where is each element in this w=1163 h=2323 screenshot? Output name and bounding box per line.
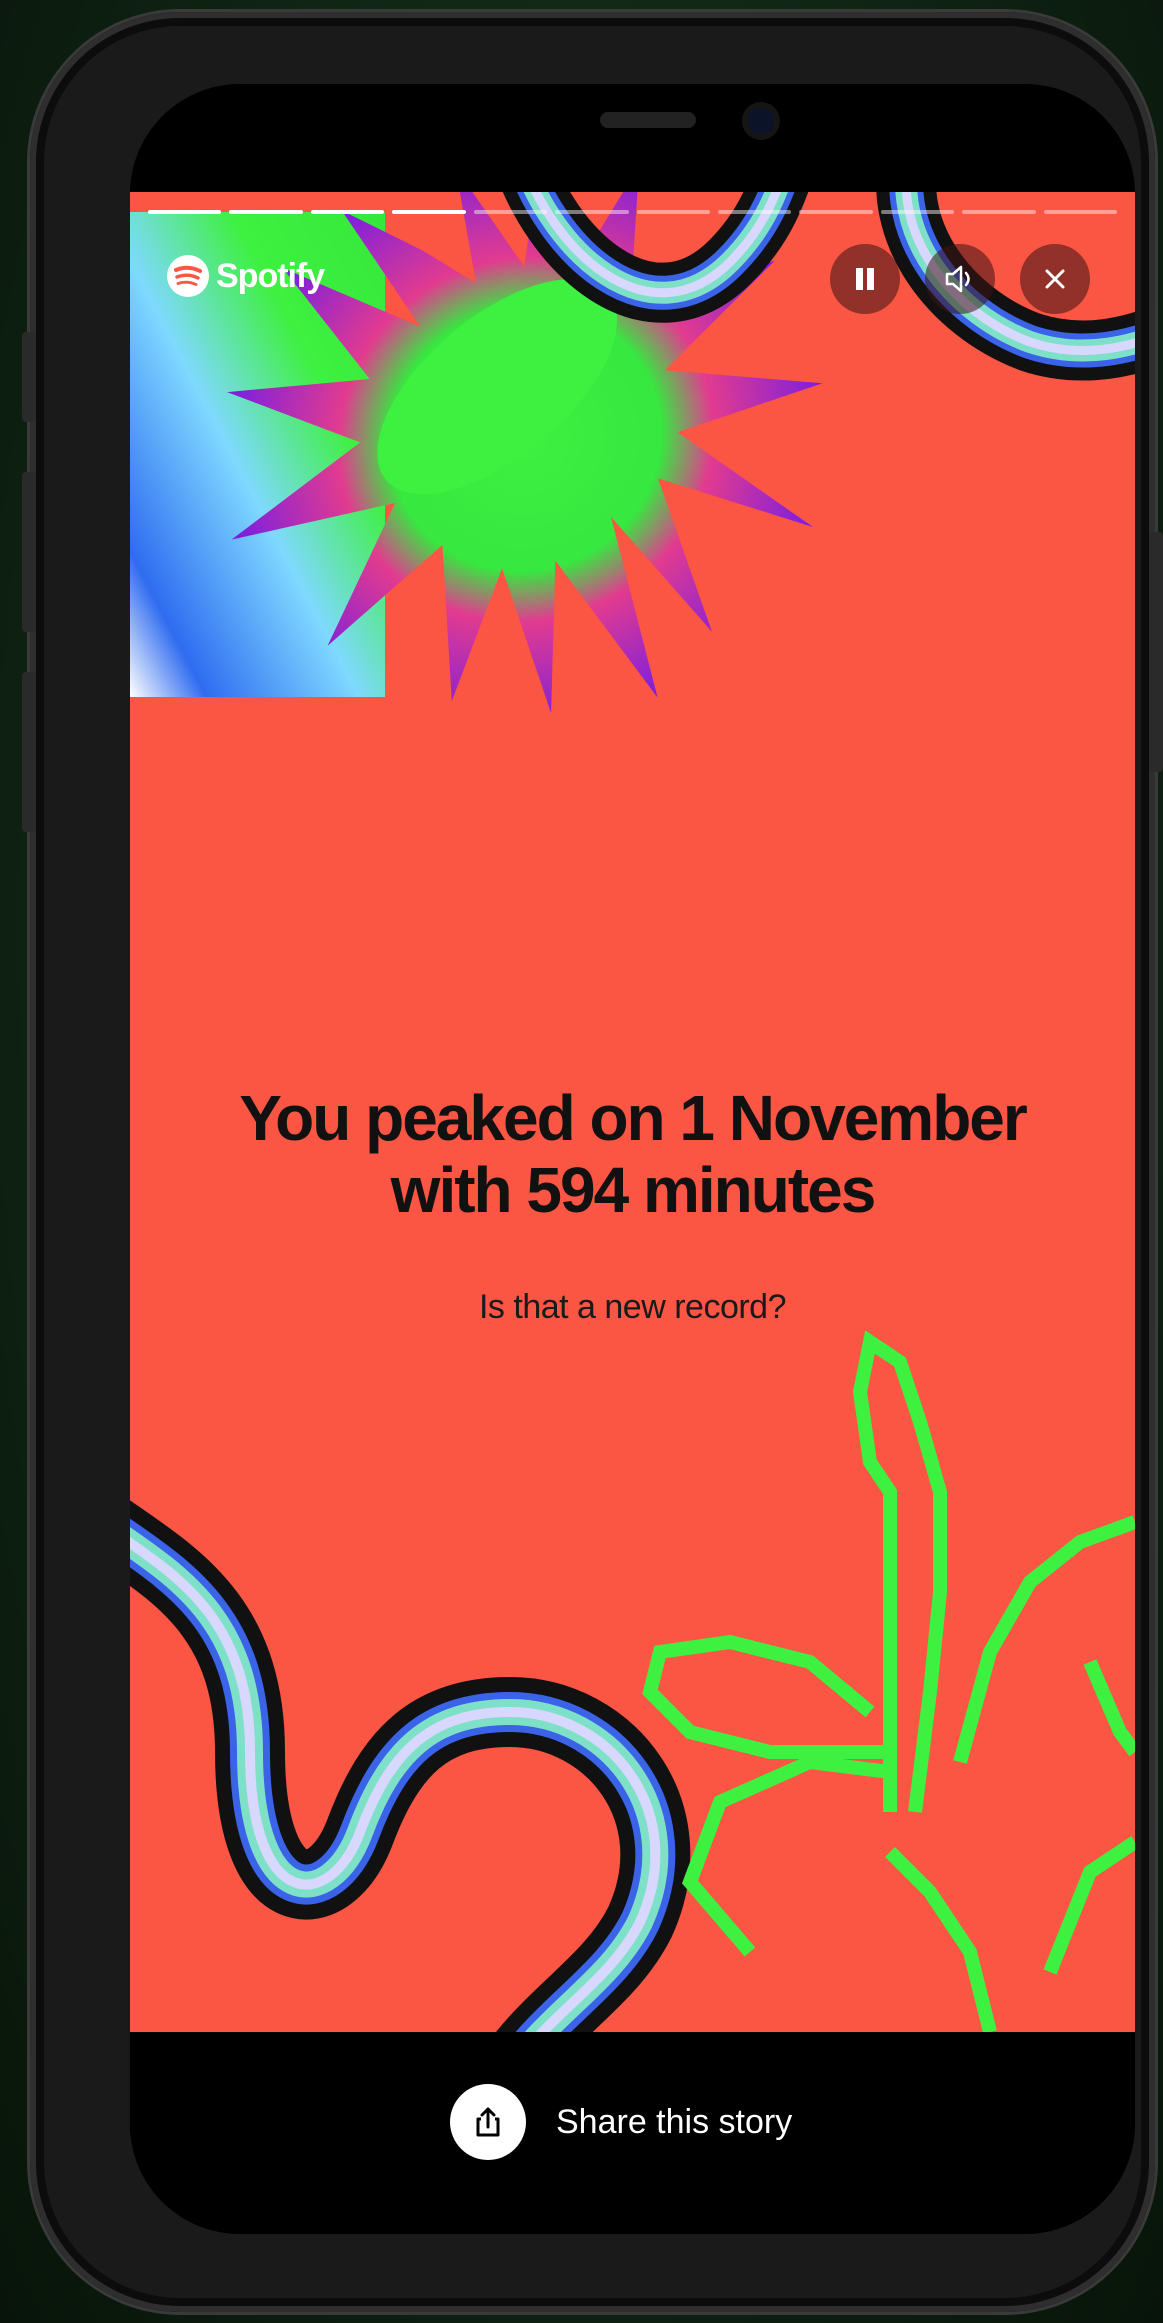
volume-down-button [22, 672, 36, 832]
progress-segment [555, 210, 629, 214]
pixel-flower [642, 1330, 1135, 2032]
power-button [1149, 532, 1163, 772]
mute-switch [22, 332, 36, 422]
headline-line-2: with 594 minutes [390, 1154, 877, 1226]
share-label: Share this story [556, 2102, 793, 2141]
close-button[interactable] [1020, 244, 1090, 314]
volume-up-button [22, 472, 36, 632]
progress-segment [392, 210, 466, 214]
spotify-logo: Spotify [166, 254, 325, 298]
story-headline: You peaked on 1 November with 594 minute… [130, 1082, 1135, 1226]
story-progress-bar [148, 210, 1118, 214]
progress-segment [229, 210, 303, 214]
share-icon [450, 2084, 526, 2160]
front-camera [742, 102, 780, 140]
spotify-icon [167, 255, 209, 297]
phone-frame: Spotify You peaked on 1 November with 59… [22, 12, 1163, 2312]
progress-segment [310, 210, 385, 214]
progress-segment [636, 210, 710, 214]
story-card[interactable]: Spotify You peaked on 1 November with 59… [130, 192, 1135, 2032]
wavy-stripe-bottom [130, 1500, 691, 2032]
progress-segment [799, 210, 873, 214]
headline-line-1: You peaked on 1 November [239, 1082, 1028, 1154]
share-story-button[interactable]: Share this story [450, 2084, 792, 2160]
close-icon [1045, 269, 1065, 289]
notch [350, 84, 915, 176]
progress-segment [717, 210, 792, 214]
phone-screen: Spotify You peaked on 1 November with 59… [130, 84, 1135, 2234]
progress-segment [148, 210, 222, 214]
progress-segment [880, 210, 955, 214]
progress-segment [1043, 210, 1118, 214]
story-subtitle: Is that a new record? [478, 1288, 787, 1326]
progress-segment [473, 210, 548, 214]
pause-icon [856, 268, 874, 290]
earpiece-speaker [600, 112, 696, 128]
progress-segment [962, 210, 1036, 214]
story-bottom-bar: Share this story [130, 2032, 1135, 2234]
story-top-bar: Spotify [130, 232, 1135, 322]
mute-button[interactable] [925, 244, 995, 314]
speaker-icon [945, 265, 970, 293]
brand-name: Spotify [216, 256, 325, 295]
pause-button[interactable] [830, 244, 900, 314]
